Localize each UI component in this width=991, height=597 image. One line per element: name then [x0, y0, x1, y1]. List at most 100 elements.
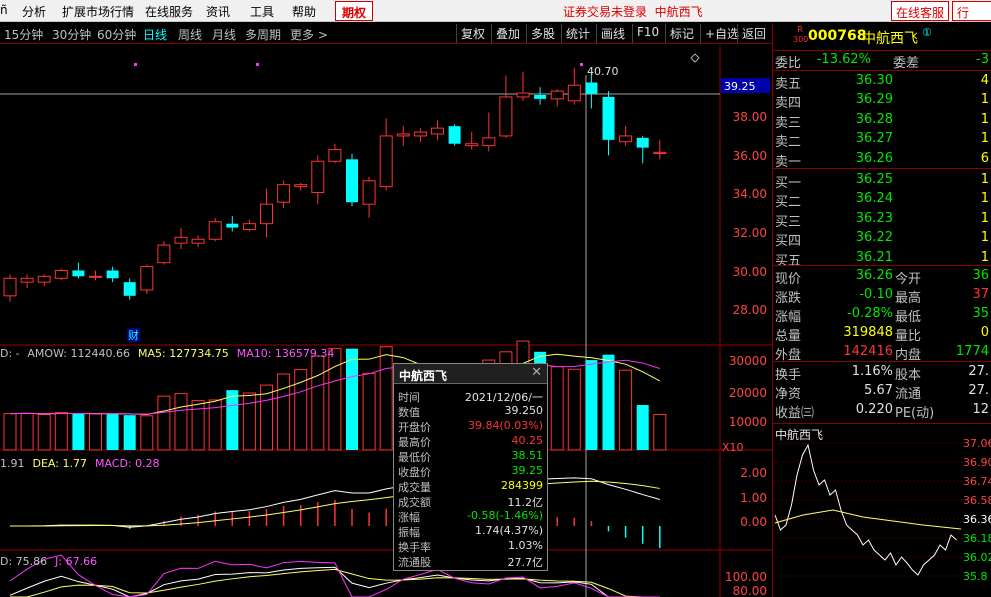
kdj-legend: D: 75.86 J: 67.66 [0, 555, 97, 568]
candle-body [54, 269, 68, 279]
stat-value: 319848 [843, 325, 893, 340]
ask-volume: 1 [980, 131, 989, 147]
btn-duogu[interactable]: 多股 [526, 24, 559, 43]
macd-val: MACD: 0.28 [95, 457, 160, 470]
stat-label: 净资 [775, 387, 802, 402]
candle-body [311, 160, 325, 193]
popup-row-label: 成交额 [398, 496, 431, 509]
candle-body [346, 159, 358, 203]
tf-30min[interactable]: 30分钟 [52, 26, 91, 43]
menu-bar: ñ 分析 扩展市场行情 在线服务 资讯 工具 帮助 期权 证券交易未登录 中航西… [0, 0, 991, 22]
popup-row: 成交额 11.2亿 [394, 494, 547, 509]
menu-item-news[interactable]: 资讯 [206, 3, 230, 20]
crosshair-price: 39.25 [724, 80, 756, 93]
btn-f10[interactable]: F10 [632, 24, 663, 43]
candle-body [226, 223, 239, 228]
tf-multi[interactable]: 多周期 [245, 26, 281, 43]
close-icon[interactable]: ✕ [531, 365, 542, 380]
tf-daily[interactable]: 日线 [143, 26, 167, 43]
bid-price[interactable]: 36.24 [856, 191, 893, 206]
popup-row: 开盘价 39.84(0.03%) [394, 419, 547, 434]
ask-price[interactable]: 36.27 [856, 131, 893, 146]
kdj-j: J: 67.66 [54, 555, 97, 568]
stat-value: 12 [972, 402, 989, 417]
price-tick: 38.00 [733, 110, 767, 124]
popup-row: 数值 39.250 [394, 404, 547, 419]
ask-price[interactable]: 36.30 [856, 73, 893, 88]
bid-price[interactable]: 36.23 [856, 211, 893, 226]
stat-value: 35 [972, 306, 989, 321]
mini-price-line [774, 443, 957, 576]
intraday-mini-chart[interactable]: 37.06 36.90 36.74 36.58 36.36 36.18 36.02 35.8 [773, 435, 991, 597]
kdj-tick: 80.00 [733, 584, 767, 597]
popup-row-value: 284399 [501, 479, 543, 492]
candle-body [516, 92, 530, 98]
candle-body [448, 126, 461, 144]
stat-value: 1.16% [851, 364, 893, 379]
financial-marker[interactable]: 财 [128, 328, 139, 342]
stat-value: -0.10 [859, 287, 893, 302]
ask-price[interactable]: 36.26 [856, 151, 893, 166]
menu-item-online-service[interactable]: 在线服务 [145, 3, 193, 20]
menu-fen[interactable]: ñ [0, 3, 8, 17]
candle-body [499, 96, 513, 137]
volume-bar [636, 405, 649, 450]
price-axis: 38.00 36.00 34.00 32.00 30.00 28.00 [733, 110, 767, 317]
btn-diejia[interactable]: 叠加 [491, 24, 524, 43]
volume-bar [242, 392, 256, 451]
popup-row-value: 39.25 [511, 464, 544, 477]
tf-more[interactable]: 更多 > [290, 26, 328, 43]
volume-bar [619, 369, 633, 451]
candles-layer [3, 67, 667, 302]
kdj-d: D: 75.86 [0, 555, 47, 568]
title-stock-name: 中航西飞 [654, 5, 703, 19]
menu-item-analysis[interactable]: 分析 [22, 3, 46, 20]
stat-value: 27. [968, 364, 989, 379]
timeframe-toolbar: 15分钟 30分钟 60分钟 日线 周线 月线 多周期 更多 > 复权 叠加 多… [0, 23, 772, 44]
tf-15min[interactable]: 15分钟 [4, 26, 43, 43]
stat-label: 收益㈢ [775, 406, 815, 421]
ask-price[interactable]: 36.28 [856, 112, 893, 127]
tf-60min[interactable]: 60分钟 [97, 26, 136, 43]
badge-bottom: 300 [793, 35, 809, 44]
candle-body [37, 275, 51, 283]
ask-label: 卖五 [775, 77, 802, 92]
candle-body [191, 238, 205, 244]
stat-label: 股本 [895, 368, 922, 383]
kline-chart[interactable]: 38.00 36.00 34.00 32.00 30.00 28.00 39.2… [0, 45, 772, 597]
vol-unit: X10 [722, 441, 744, 454]
candle-body [602, 96, 615, 140]
stat-label: 换手 [775, 368, 802, 383]
bid-price[interactable]: 36.22 [856, 230, 893, 245]
btn-biaoji[interactable]: 标记 [665, 24, 698, 43]
ask-label: 卖一 [775, 154, 802, 170]
menu-item-tools[interactable]: 工具 [250, 3, 274, 20]
btn-back[interactable]: 返回 [737, 24, 770, 43]
bid-price[interactable]: 36.25 [856, 172, 893, 187]
bid-price[interactable]: 36.21 [856, 250, 893, 265]
weicha-label: 委差 [893, 56, 920, 71]
market-button[interactable]: 行 [952, 1, 991, 21]
options-tab[interactable]: 期权 [335, 1, 374, 21]
btn-tongji[interactable]: 统计 [561, 24, 594, 43]
menu-item-help[interactable]: 帮助 [292, 3, 316, 20]
popup-row: 振幅 1.74(4.37%) [394, 524, 547, 539]
online-service-button[interactable]: 在线客服 [891, 1, 950, 21]
menu-item-extended-market[interactable]: 扩展市场行情 [62, 3, 134, 20]
tf-monthly[interactable]: 月线 [212, 26, 236, 43]
kdj-k-line [9, 566, 660, 597]
popup-row-label: 开盘价 [398, 421, 431, 434]
btn-huaxian[interactable]: 画线 [596, 24, 629, 43]
price-tick: 36.00 [733, 149, 767, 163]
btn-fuquan[interactable]: 复权 [456, 24, 489, 43]
info-circle-icon[interactable]: ① [922, 26, 932, 39]
ask-price[interactable]: 36.29 [856, 92, 893, 107]
kdj-tick: 100.00 [725, 570, 767, 584]
login-status[interactable]: 证券交易未登录 中航西飞 [563, 3, 703, 20]
popup-row: 流通股 27.7亿 [394, 554, 547, 569]
volume-bar [260, 384, 273, 451]
tf-weekly[interactable]: 周线 [178, 26, 202, 43]
stat-value: -0.28% [847, 306, 893, 321]
candle-body [431, 127, 444, 135]
price-tick: 32.00 [733, 226, 767, 240]
